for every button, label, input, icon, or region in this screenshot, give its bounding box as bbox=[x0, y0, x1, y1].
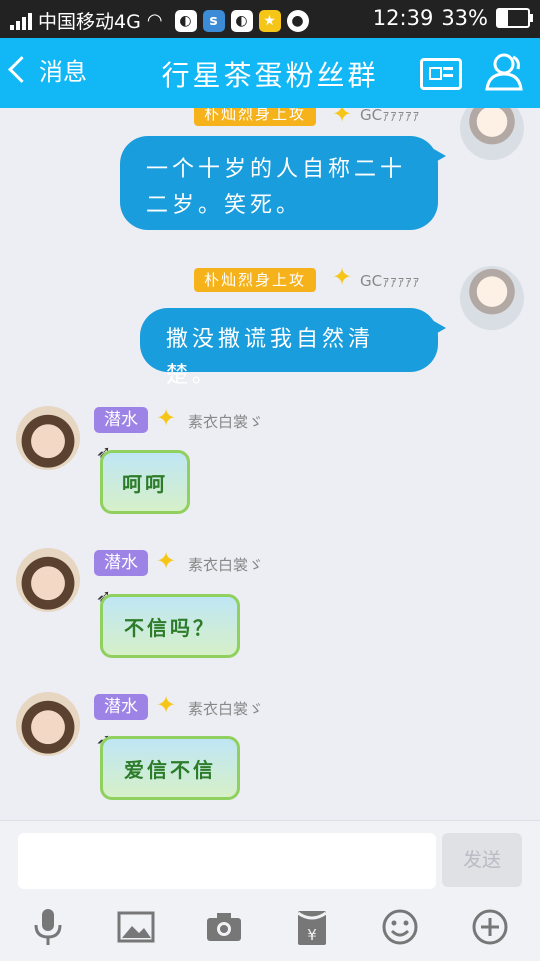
composer-bar: 发送 ¥ bbox=[0, 820, 540, 961]
group-members-icon[interactable] bbox=[484, 52, 526, 92]
message-input[interactable] bbox=[18, 833, 436, 889]
sender-nickname: 素衣白裳ゞ bbox=[188, 556, 264, 574]
member-level-badge: 潜水 bbox=[94, 550, 148, 576]
diamond-icon: ✦ bbox=[332, 263, 353, 291]
weibo-icon: ◐ bbox=[230, 9, 253, 32]
header-bar: 消息 行星茶蛋粉丝群 bbox=[0, 38, 540, 108]
microphone-icon[interactable] bbox=[26, 905, 70, 949]
send-button[interactable]: 发送 bbox=[442, 833, 522, 887]
avatar[interactable] bbox=[16, 692, 80, 756]
avatar[interactable] bbox=[16, 406, 80, 470]
image-icon[interactable] bbox=[114, 905, 158, 949]
emoji-icon[interactable] bbox=[378, 905, 422, 949]
star-app-icon: ★ bbox=[258, 9, 281, 32]
sender-nickname: GCｧｧｧｧｧ bbox=[360, 272, 420, 290]
carrier-label: 中国移动4G bbox=[38, 11, 141, 33]
avatar[interactable] bbox=[16, 548, 80, 612]
diamond-icon: ✦ bbox=[332, 108, 353, 128]
sticker-message[interactable]: 不信吗？ bbox=[100, 594, 240, 658]
sticker-message[interactable]: 爱信不信 bbox=[100, 736, 240, 800]
member-title-badge: 朴灿烈身上攻 bbox=[194, 268, 317, 292]
member-level-badge: 潜水 bbox=[94, 694, 148, 720]
battery-percent: 33% bbox=[441, 6, 488, 30]
member-level-badge: 潜水 bbox=[94, 407, 148, 433]
sender-nickname: 素衣白裳ゞ bbox=[188, 700, 264, 718]
sender-nickname: 素衣白裳ゞ bbox=[188, 413, 264, 431]
notification-icon: ● bbox=[286, 9, 309, 32]
battery-icon bbox=[496, 8, 533, 28]
red-packet-icon[interactable]: ¥ bbox=[290, 905, 334, 949]
diamond-icon: ✦ bbox=[156, 691, 177, 719]
avatar[interactable] bbox=[460, 266, 524, 330]
app-icon: s bbox=[202, 9, 225, 32]
status-bar: 中国移动4G ◠ ◐ s ◐ ★ ● 12:39 33% bbox=[0, 0, 540, 38]
wifi-icon: ◠ bbox=[146, 10, 163, 31]
diamond-icon: ✦ bbox=[156, 547, 177, 575]
plus-icon[interactable] bbox=[468, 905, 512, 949]
message-bubble[interactable]: 一个十岁的人自称二十二岁。笑死。 bbox=[120, 136, 446, 230]
avatar[interactable] bbox=[460, 108, 524, 160]
clock: 12:39 bbox=[372, 6, 434, 30]
sender-nickname: GCｧｧｧｧｧ bbox=[360, 108, 420, 124]
message-bubble[interactable]: 撒没撒谎我自然清楚。 bbox=[140, 308, 446, 388]
sticker-message[interactable]: 呵呵 bbox=[100, 450, 190, 514]
camera-icon[interactable] bbox=[202, 905, 246, 949]
group-card-icon[interactable] bbox=[420, 58, 462, 90]
diamond-icon: ✦ bbox=[156, 404, 177, 432]
member-title-badge: 朴灿烈身上攻 bbox=[194, 108, 317, 126]
chat-area[interactable]: 朴灿烈身上攻 ✦ GCｧｧｧｧｧ 一个十岁的人自称二十二岁。笑死。 朴灿烈身上攻… bbox=[0, 108, 540, 820]
signal-icon bbox=[10, 12, 32, 30]
weibo-icon: ◐ bbox=[174, 9, 197, 32]
svg-text:¥: ¥ bbox=[307, 926, 317, 944]
